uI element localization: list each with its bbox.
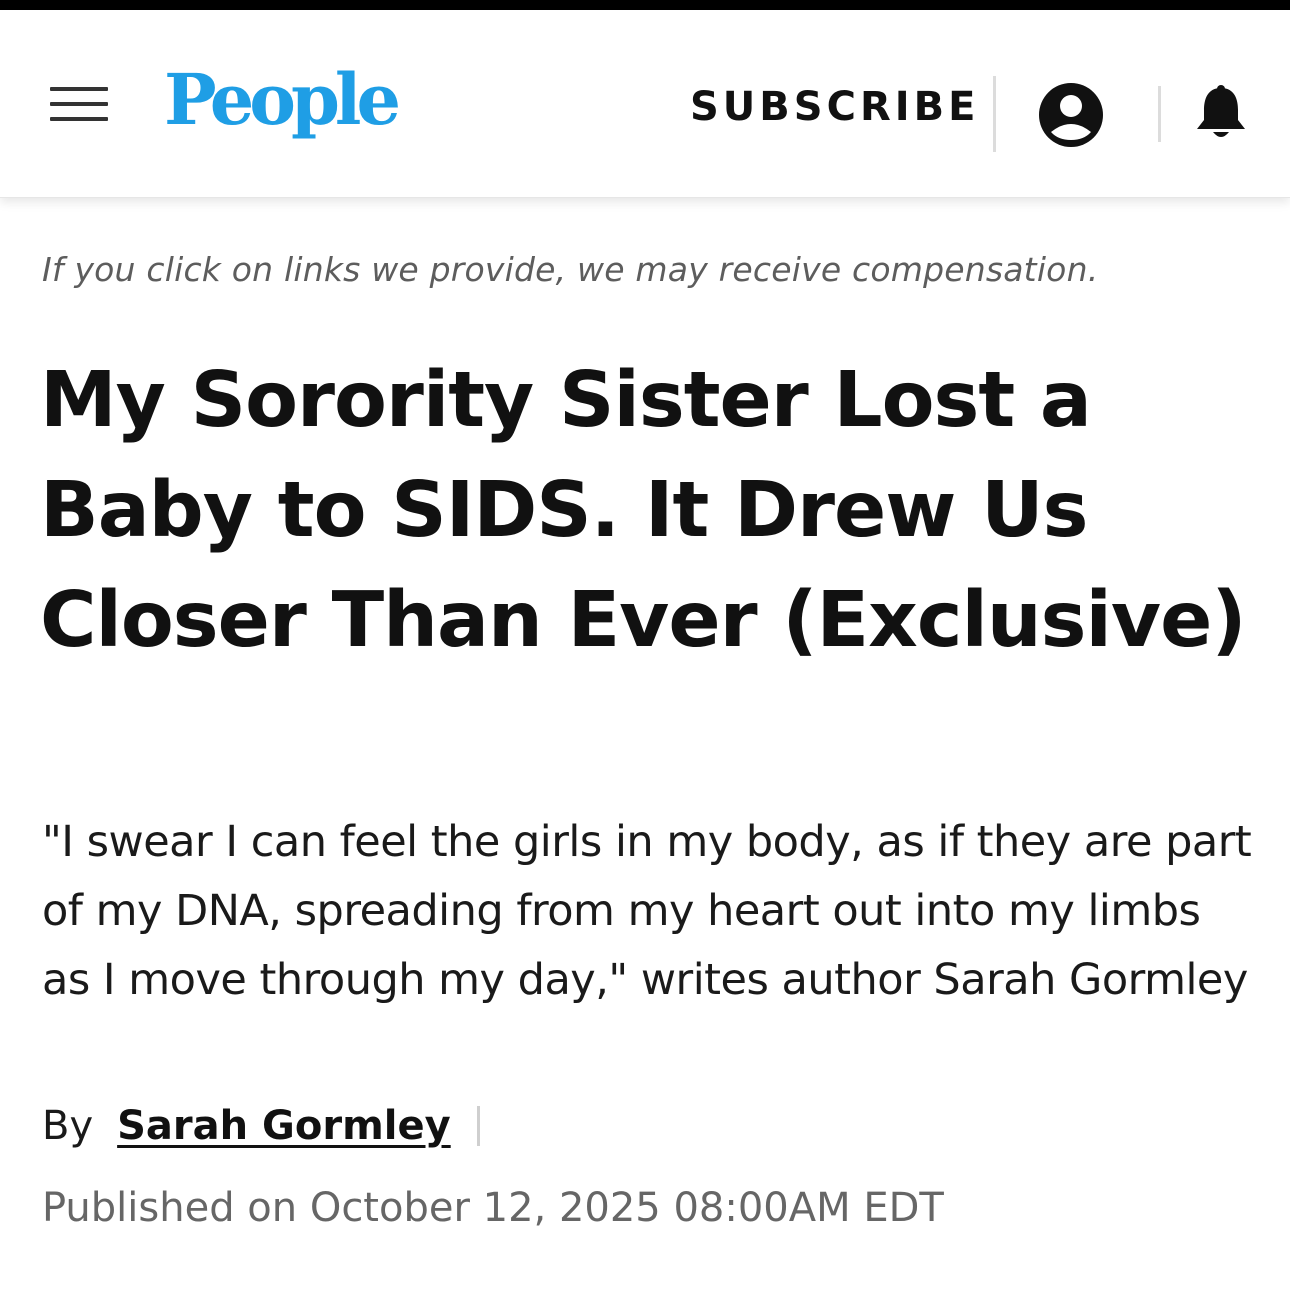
author-link[interactable]: Sarah Gormley (117, 1103, 451, 1149)
menu-line (50, 117, 108, 121)
article-dek: "I swear I can feel the girls in my body… (42, 817, 1252, 1005)
article-headline: My Sorority Sister Lost a Baby to SIDS. … (40, 356, 1247, 665)
published-date: Published on October 12, 2025 08:00AM ED… (42, 1185, 944, 1231)
top-strip (0, 0, 1290, 10)
account-icon[interactable] (1038, 82, 1104, 148)
site-header: People SUBSCRIBE (0, 10, 1290, 198)
byline-prefix: By (42, 1103, 94, 1149)
byline-divider (476, 1106, 480, 1146)
byline: By Sarah Gormley (42, 1098, 480, 1154)
affiliate-disclosure: If you click on links we provide, we may… (42, 250, 1099, 289)
subscribe-button[interactable]: SUBSCRIBE (690, 84, 979, 130)
header-divider (993, 76, 996, 152)
hamburger-menu-icon[interactable] (50, 85, 108, 123)
menu-line (50, 87, 108, 91)
people-logo[interactable]: People (164, 60, 401, 140)
bell-icon[interactable] (1194, 84, 1248, 142)
header-divider (1158, 86, 1161, 142)
menu-line (50, 102, 108, 106)
